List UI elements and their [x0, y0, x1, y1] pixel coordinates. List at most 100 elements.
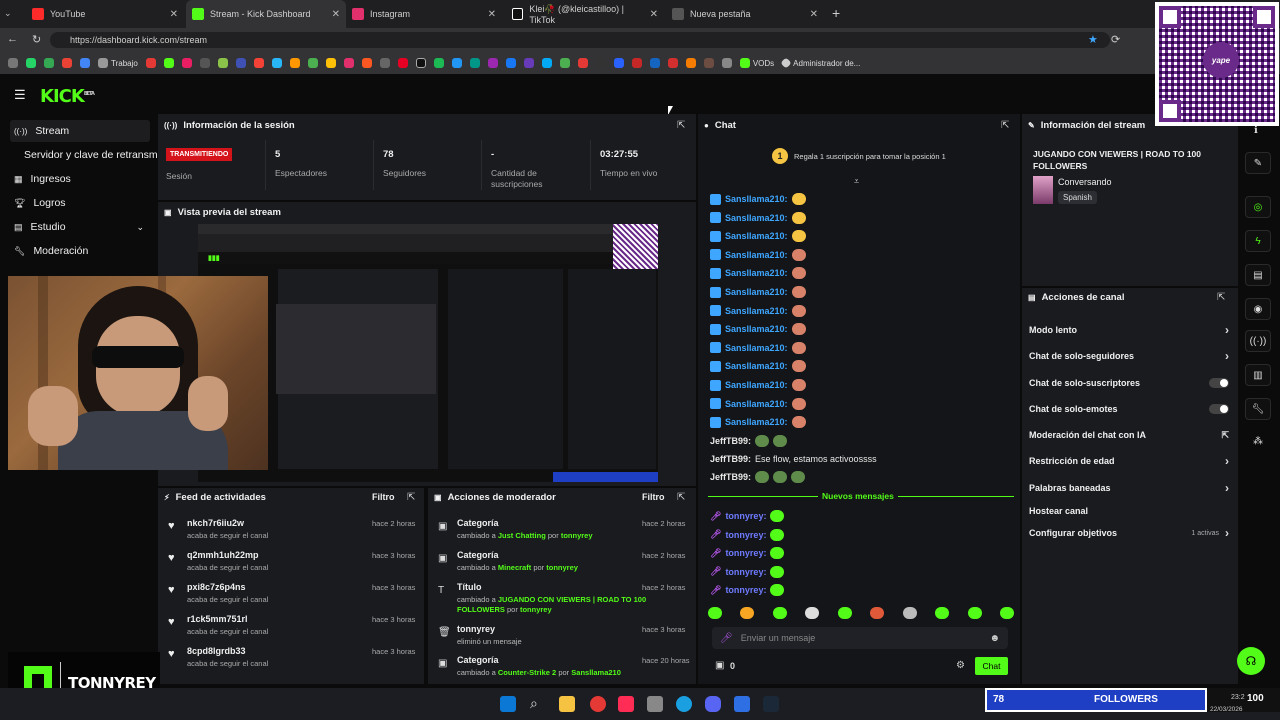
- chat-username[interactable]: Sansllama210:: [725, 380, 788, 390]
- chat-username[interactable]: Sansllama210:: [725, 250, 788, 260]
- chat-username[interactable]: tonnyrey:: [725, 548, 766, 558]
- x-icon[interactable]: [379, 58, 390, 68]
- chat-username[interactable]: Sansllama210:: [725, 287, 788, 297]
- bookmark-icon[interactable]: [289, 58, 300, 68]
- channel-action-4[interactable]: Moderación del chat con IA ⇱: [1029, 426, 1229, 444]
- bookmark-admin[interactable]: Administrador de...: [780, 57, 860, 69]
- chat-username[interactable]: Sansllama210:: [725, 399, 788, 409]
- feed-username[interactable]: 8cpd8lgrdb33: [187, 646, 246, 656]
- emote-icon[interactable]: [935, 607, 950, 619]
- new-tab-button[interactable]: +: [832, 5, 840, 21]
- reload-icon[interactable]: ↻: [32, 33, 41, 46]
- emote-icon[interactable]: [772, 607, 787, 619]
- maps-icon[interactable]: [469, 58, 480, 68]
- emoji-icon[interactable]: ☻: [989, 633, 1000, 644]
- detail-user[interactable]: tonnyrey: [561, 531, 593, 540]
- share-icon[interactable]: ⁂: [1253, 436, 1263, 447]
- bookmark-icon[interactable]: [667, 58, 678, 68]
- bookmark-trabajo[interactable]: Trabajo: [98, 58, 138, 68]
- pinterest-icon[interactable]: [397, 58, 408, 68]
- bookmark-icon[interactable]: [649, 58, 660, 68]
- emote-icon[interactable]: [740, 607, 755, 619]
- chat-icon[interactable]: ◉: [1245, 298, 1271, 320]
- whatsapp-icon[interactable]: [26, 58, 36, 68]
- channel-action-7[interactable]: Hostear canal: [1029, 502, 1229, 520]
- facebook-icon[interactable]: [505, 58, 516, 68]
- tab-list-chevron-icon[interactable]: ⌄: [4, 8, 12, 19]
- feed-username[interactable]: nkch7r6iiu2w: [187, 518, 244, 528]
- kick-icon[interactable]: [163, 58, 174, 68]
- bookmark-icon[interactable]: [253, 58, 264, 68]
- chat-username[interactable]: Sansllama210:: [725, 343, 788, 353]
- chat-username[interactable]: tonnyrey:: [725, 567, 766, 577]
- close-tab-icon[interactable]: ✕: [650, 9, 658, 20]
- discord-icon[interactable]: [705, 696, 721, 712]
- mod-filter-button[interactable]: Filtro: [642, 492, 665, 502]
- instagram-icon[interactable]: [343, 58, 354, 68]
- bookmark-icon[interactable]: [523, 58, 534, 68]
- bookmark-icon[interactable]: [80, 58, 90, 68]
- bookmark-icon[interactable]: [181, 58, 192, 68]
- popout-icon[interactable]: ⇱: [677, 492, 685, 503]
- bookmark-vods[interactable]: VODs: [739, 58, 774, 68]
- feed-username[interactable]: r1ck5mm751rl: [187, 614, 248, 624]
- bookmark-icon[interactable]: [721, 58, 732, 68]
- bookmark-icon[interactable]: [559, 58, 570, 68]
- drive-icon[interactable]: [44, 58, 54, 68]
- chat-username[interactable]: JeffTB99:: [710, 454, 751, 464]
- chat-input[interactable]: 🎤︎ Enviar un mensaje ☻: [712, 627, 1008, 649]
- emote-icon[interactable]: [708, 607, 722, 619]
- chat-username[interactable]: JeffTB99:: [710, 436, 751, 446]
- channel-action-2[interactable]: Chat de solo-suscriptores: [1029, 374, 1229, 392]
- back-arrow-icon[interactable]: ←: [7, 33, 18, 45]
- gear-icon[interactable]: ⚙︎: [956, 660, 965, 671]
- tiktok-icon[interactable]: [415, 58, 426, 68]
- gmail-icon[interactable]: [62, 58, 72, 68]
- steam-icon[interactable]: [763, 696, 779, 712]
- chrome-icon[interactable]: [590, 696, 606, 712]
- support-headset-icon[interactable]: ☊: [1237, 647, 1265, 675]
- edge-icon[interactable]: [676, 696, 692, 712]
- chat-username[interactable]: Sansllama210:: [725, 231, 788, 241]
- close-tab-icon[interactable]: ✕: [810, 9, 818, 20]
- toggle-switch[interactable]: [1209, 378, 1229, 388]
- bookmark-icon[interactable]: [199, 58, 210, 68]
- channel-action-8[interactable]: Configurar objetivos 1 activas ›: [1029, 524, 1229, 542]
- chat-username[interactable]: Sansllama210:: [725, 361, 788, 371]
- popout-icon[interactable]: ⇱: [1217, 292, 1225, 303]
- telegram-icon[interactable]: [271, 58, 282, 68]
- bookmark-icon[interactable]: [235, 58, 246, 68]
- emote-icon[interactable]: [837, 607, 852, 619]
- windows-start-icon[interactable]: [500, 696, 516, 712]
- clipboard-icon[interactable]: ▤: [1245, 264, 1271, 286]
- bookmark-icon[interactable]: [8, 58, 18, 68]
- sidebar-item-estudio[interactable]: ▤ Estudio ⌄: [10, 216, 150, 238]
- detail-user[interactable]: tonnyrey: [546, 563, 578, 572]
- close-tab-icon[interactable]: ✕: [170, 9, 178, 20]
- sidebar-item-stream[interactable]: ((·)) Stream: [10, 120, 150, 142]
- app-icon[interactable]: [734, 696, 750, 712]
- extensions-icon[interactable]: ⟳: [1111, 33, 1120, 46]
- chat-username[interactable]: Sansllama210:: [725, 268, 788, 278]
- bookmark-icon[interactable]: [217, 58, 228, 68]
- spotify-icon[interactable]: [433, 58, 444, 68]
- tab-tiktok[interactable]: Klei🥀 (@kleicastilloo) | TikTok ✕: [506, 0, 664, 28]
- toggle-switch[interactable]: [1209, 404, 1229, 414]
- chat-username[interactable]: JeffTB99:: [710, 472, 751, 482]
- bookmark-icon[interactable]: [685, 58, 696, 68]
- popout-icon[interactable]: ⇱: [407, 492, 415, 503]
- detail-user[interactable]: tonnyrey: [520, 605, 552, 614]
- bookmark-icon[interactable]: [577, 58, 588, 68]
- sidebar-item-logros[interactable]: 🏆︎ Logros: [10, 192, 150, 214]
- popout-icon[interactable]: ⇱: [677, 120, 685, 131]
- bookmark-icon[interactable]: [487, 58, 498, 68]
- tab-new-tab[interactable]: Nueva pestaña ✕: [666, 0, 824, 28]
- chat-username[interactable]: tonnyrey:: [725, 511, 766, 521]
- bookmark-icon[interactable]: [361, 58, 372, 68]
- channel-action-0[interactable]: Modo lento ›: [1029, 321, 1229, 339]
- url-field[interactable]: https://dashboard.kick.com/stream: [50, 32, 1110, 48]
- sidebar-item-ingresos[interactable]: ▦ Ingresos: [10, 168, 150, 190]
- kick-logo[interactable]: KICKBETA: [40, 86, 95, 107]
- bookmark-icon[interactable]: [451, 58, 462, 68]
- bookmark-icon[interactable]: [325, 58, 336, 68]
